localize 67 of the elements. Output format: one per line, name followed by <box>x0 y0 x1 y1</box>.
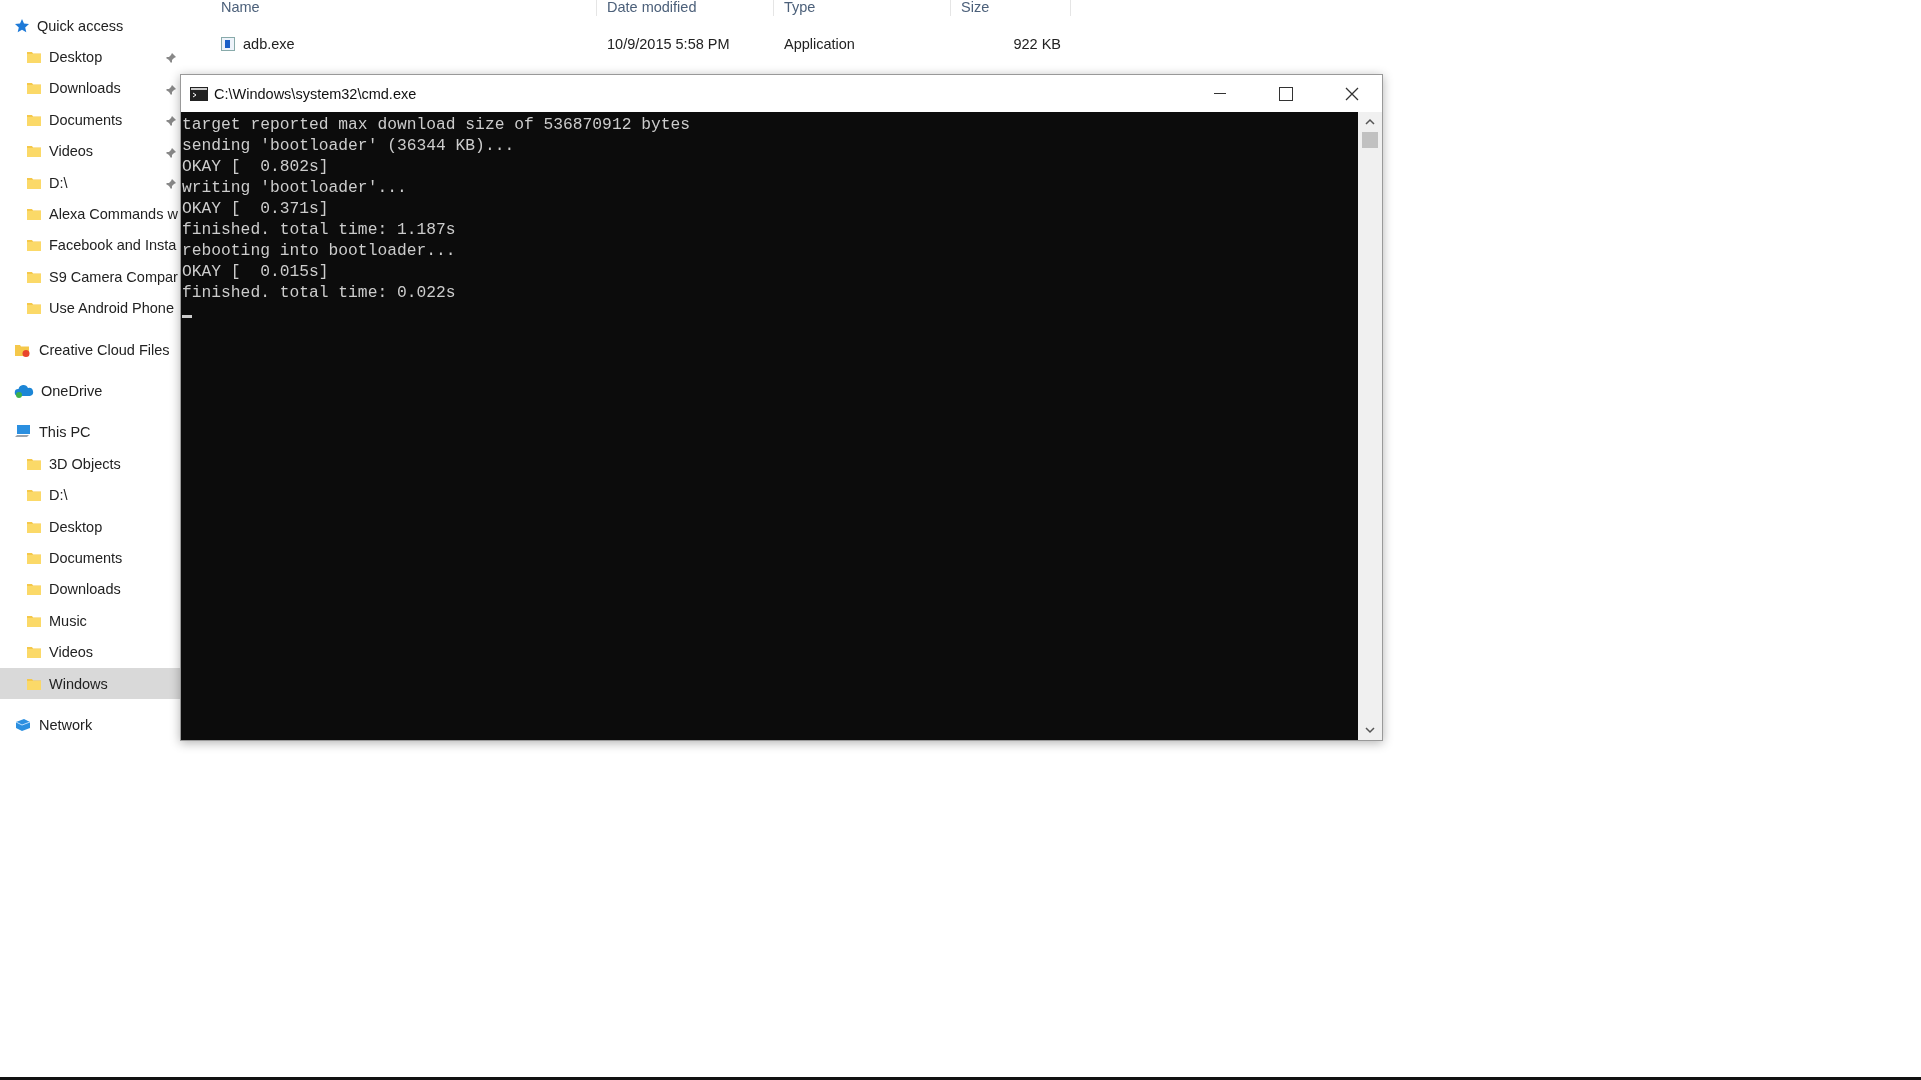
sidebar-item[interactable]: Desktop <box>0 41 180 73</box>
column-header[interactable]: Date modified <box>597 0 774 16</box>
pin-icon <box>165 146 177 159</box>
sidebar-item[interactable]: OneDrive <box>0 375 180 407</box>
console-icon <box>190 86 208 101</box>
folder-icon <box>26 644 42 661</box>
table-cell-text: 922 KB <box>1012 36 1062 52</box>
sidebar-item[interactable]: 3D Objects <box>0 448 180 480</box>
console-line: sending 'bootloader' (36344 KB)... <box>182 135 516 156</box>
application-icon <box>221 37 235 51</box>
sidebar-item[interactable]: D:\ <box>0 166 180 199</box>
scroll-up-icon <box>1364 118 1376 126</box>
sidebar-item[interactable]: Music <box>0 605 180 637</box>
pin-icon <box>165 52 177 65</box>
pin-icon <box>165 177 177 190</box>
sidebar-item[interactable]: Videos <box>0 135 180 167</box>
sidebar-item[interactable]: Downloads <box>0 573 180 606</box>
sidebar-item[interactable]: This PC <box>0 416 180 449</box>
sidebar-item[interactable]: Creative Cloud Files <box>0 333 180 366</box>
minimize-icon <box>1214 92 1226 95</box>
sidebar-item[interactable]: Downloads <box>0 72 180 105</box>
window-title: C:\Windows\system32\cmd.exe <box>214 85 418 102</box>
star-icon <box>14 17 30 34</box>
sidebar-item[interactable]: Facebook and Insta <box>0 229 180 262</box>
column-header[interactable]: Name <box>211 0 597 16</box>
folder-icon <box>26 49 42 66</box>
console-line: writing 'bootloader'... <box>182 177 408 198</box>
table-cell-text: 10/9/2015 5:58 PM <box>606 36 731 52</box>
sidebar-item[interactable]: Documents <box>0 104 180 136</box>
console-line: finished. total time: 0.022s <box>182 282 457 303</box>
folder-icon <box>26 206 42 223</box>
console-line: OKAY [ 0.802s] <box>182 156 330 177</box>
close-icon <box>1345 86 1359 101</box>
folder-icon <box>26 581 42 598</box>
scroll-thumb[interactable] <box>1362 132 1378 148</box>
file-name-cell[interactable]: adb.exe <box>211 36 597 52</box>
column-header[interactable]: Type <box>774 0 951 16</box>
console-line: finished. total time: 1.187s <box>182 219 457 240</box>
maximize-icon <box>1279 86 1293 101</box>
sidebar-item[interactable]: Videos <box>0 636 180 668</box>
scroll-bar[interactable] <box>1358 112 1382 740</box>
scroll-down-icon <box>1364 726 1376 734</box>
sidebar-item[interactable]: Documents <box>0 542 180 574</box>
folder-icon <box>26 143 42 160</box>
sidebar-item[interactable]: S9 Camera Compar <box>0 261 180 293</box>
sidebar-item[interactable]: Network <box>0 709 180 741</box>
sidebar-item[interactable]: Use Android Phone <box>0 292 180 324</box>
network-icon <box>14 716 32 733</box>
sidebar-item[interactable]: Quick access <box>0 10 180 42</box>
text-cursor <box>182 315 192 318</box>
console-line: rebooting into bootloader... <box>182 240 457 261</box>
sidebar-item[interactable]: Alexa Commands w <box>0 198 180 230</box>
console-line: target reported max download size of 536870912 bytes <box>182 114 692 135</box>
column-header[interactable]: Size <box>951 0 1071 16</box>
sidebar-item[interactable]: Desktop <box>0 510 180 543</box>
cloud-icon <box>14 383 34 399</box>
pin-icon <box>165 115 177 128</box>
sidebar-item[interactable]: D:\ <box>0 479 180 511</box>
table-cell-text: Application <box>783 36 856 52</box>
console-line: OKAY [ 0.015s] <box>182 261 330 282</box>
folder-icon <box>26 487 42 504</box>
folder-icon <box>26 300 42 317</box>
folder-icon <box>26 237 42 254</box>
folder-icon <box>26 80 42 97</box>
sidebar-item[interactable]: Windows <box>0 667 180 700</box>
console-line: OKAY [ 0.371s] <box>182 198 330 219</box>
pin-icon <box>165 83 177 96</box>
